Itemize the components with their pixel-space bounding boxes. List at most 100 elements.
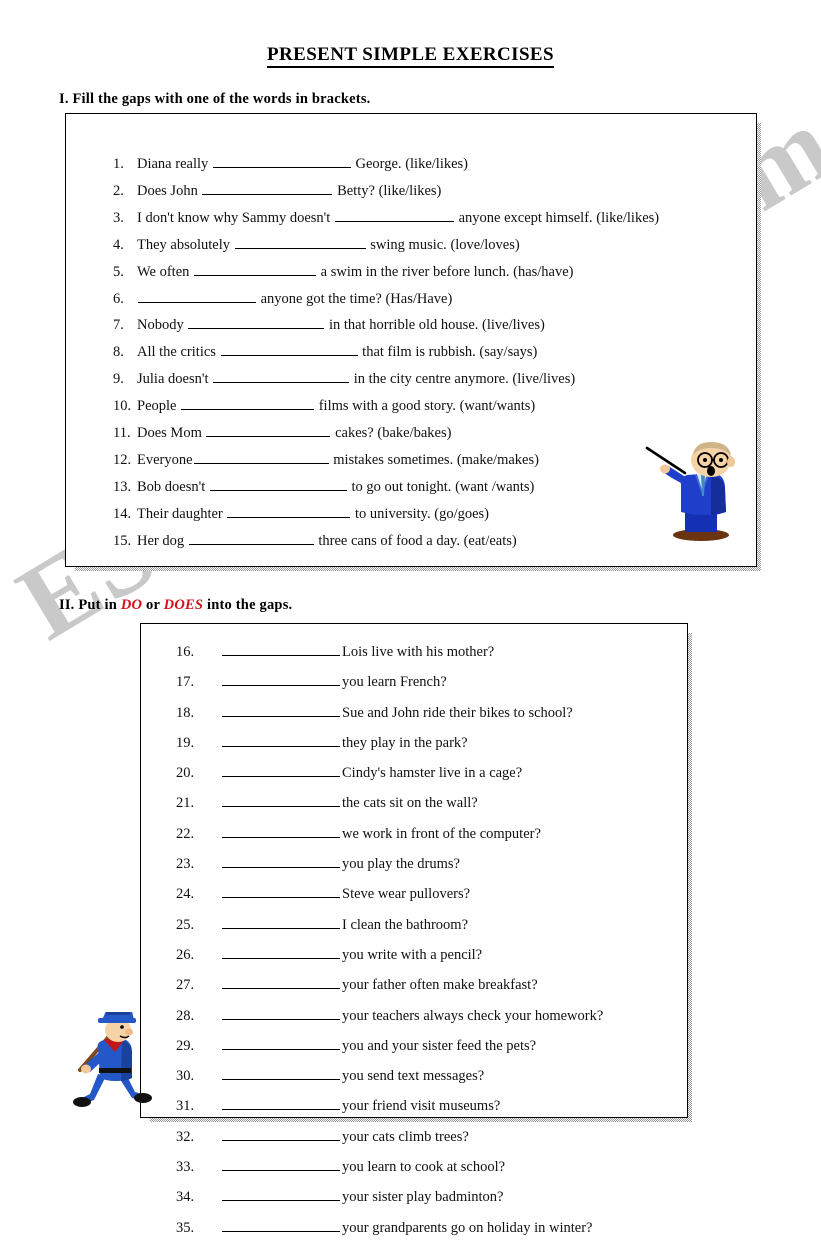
item-lead-text: We often	[137, 263, 194, 280]
exercise-1-item: 6. anyone got the time? (Has/Have)	[113, 286, 743, 313]
item-number: 29.	[176, 1037, 195, 1054]
answer-blank[interactable]	[222, 672, 340, 687]
item-tail-text: films with a good story.	[315, 398, 460, 415]
exercise-2-item: 28. your teachers always check your homew…	[176, 1001, 676, 1031]
item-number: 32.	[176, 1128, 195, 1145]
item-tail-text: you write with a pencil?	[342, 946, 483, 963]
teacher-with-pointer-icon	[645, 442, 735, 541]
item-lead-text: Everyone	[137, 451, 193, 468]
item-number: 26.	[176, 946, 195, 963]
item-number: 31.	[176, 1098, 195, 1115]
answer-blank[interactable]	[222, 884, 340, 899]
page-title: PRESENT SIMPLE EXERCISES	[0, 44, 821, 68]
answer-blank[interactable]	[222, 1036, 340, 1050]
item-word-choice: (live/lives)	[512, 371, 576, 388]
item-tail-text: Cindy's hamster live in a cage?	[342, 765, 523, 782]
item-number: 35.	[176, 1219, 195, 1236]
answer-blank[interactable]	[234, 235, 366, 249]
answer-blank[interactable]	[209, 477, 347, 491]
answer-blank[interactable]	[193, 450, 329, 464]
exercise-1-item: 3. I don't know why Sammy doesn't anyone …	[113, 205, 743, 232]
answer-blank[interactable]	[222, 1218, 340, 1232]
exercise-2-item: 17. you learn French?	[176, 667, 676, 697]
answer-blank[interactable]	[222, 945, 340, 959]
exercise-1-item: 10. People films with a good story. (want…	[113, 393, 743, 420]
soldier-clipart	[62, 1011, 162, 1117]
item-word-choice: (make/makes)	[456, 451, 539, 468]
answer-blank[interactable]	[138, 289, 256, 303]
item-lead-text: All the critics	[137, 344, 220, 361]
exercise-2-item: 19. they play in the park?	[176, 728, 676, 758]
answer-blank[interactable]	[206, 423, 331, 438]
answer-blank[interactable]	[188, 315, 325, 330]
exercise-2-item: 16. Lois live with his mother?	[176, 637, 676, 667]
item-tail-text: swing music.	[366, 236, 451, 253]
exercise-2-item: 27. your father often make breakfast?	[176, 970, 676, 1000]
item-number: 25.	[176, 916, 195, 933]
item-word-choice: (eat/eats)	[463, 532, 517, 549]
answer-blank[interactable]	[212, 154, 351, 168]
item-lead-text: Their daughter	[137, 505, 227, 522]
answer-blank[interactable]	[222, 763, 340, 778]
answer-blank[interactable]	[222, 824, 340, 838]
exercise-2-item: 34. your sister play badminton?	[176, 1182, 676, 1212]
answer-blank[interactable]	[222, 703, 340, 717]
item-number: 18.	[176, 704, 195, 721]
item-tail-text: that film is rubbish.	[358, 344, 480, 361]
item-number: 19.	[176, 734, 195, 751]
section-2-heading-before: II. Put in	[59, 597, 121, 613]
item-word-choice: (bake/bakes)	[377, 425, 452, 442]
exercise-2-item: 35. your grandparents go on holiday in wi…	[176, 1213, 676, 1243]
exercise-2-item: 29. you and your sister feed the pets?	[176, 1031, 676, 1061]
item-tail-text: anyone except himself.	[454, 209, 597, 226]
answer-blank[interactable]	[222, 1096, 340, 1111]
section-1-heading: I. Fill the gaps with one of the words i…	[59, 91, 371, 108]
item-tail-text: in the city centre anymore.	[350, 371, 513, 388]
item-lead-text: They absolutely	[137, 236, 234, 253]
item-word-choice: (live/lives)	[482, 317, 545, 334]
answer-blank[interactable]	[222, 975, 340, 990]
item-tail-text: in that horrible old house.	[325, 317, 483, 334]
item-tail-text: your sister play badminton?	[342, 1189, 504, 1206]
item-word-choice: (want /wants)	[455, 478, 535, 495]
item-tail-text: you play the drums?	[342, 856, 460, 873]
answer-blank[interactable]	[188, 531, 314, 545]
answer-blank[interactable]	[222, 854, 340, 869]
answer-blank[interactable]	[222, 642, 340, 656]
item-number: 34.	[176, 1189, 195, 1206]
item-tail-text: Sue and John ride their bikes to school?	[342, 704, 573, 721]
item-number: 11.	[113, 425, 131, 442]
answer-blank[interactable]	[220, 342, 358, 357]
exercise-2-item: 24. Steve wear pullovers?	[176, 879, 676, 909]
answer-blank[interactable]	[222, 733, 340, 747]
item-word-choice: (go/goes)	[434, 505, 489, 522]
section-2-heading-after: into the gaps.	[203, 597, 293, 613]
item-number: 2.	[113, 182, 124, 199]
answer-blank[interactable]	[194, 262, 317, 276]
answer-blank[interactable]	[222, 1127, 340, 1141]
item-number: 20.	[176, 765, 195, 782]
answer-blank[interactable]	[222, 1066, 340, 1081]
item-tail-text: to go out tonight.	[347, 478, 456, 495]
item-tail-text: Betty?	[333, 182, 379, 199]
answer-blank[interactable]	[227, 504, 351, 518]
exercise-2-list: 16. Lois live with his mother? 17. you lear…	[176, 637, 676, 1243]
item-word-choice: (has/have)	[513, 263, 574, 280]
answer-blank[interactable]	[202, 181, 333, 195]
answer-blank[interactable]	[334, 208, 454, 222]
answer-blank[interactable]	[213, 369, 350, 384]
exercise-1-item: 1. Diana really George. (like/likes)	[113, 151, 743, 178]
item-number: 8.	[113, 344, 124, 361]
answer-blank[interactable]	[222, 1006, 340, 1020]
answer-blank[interactable]	[222, 793, 340, 808]
answer-blank[interactable]	[181, 396, 315, 411]
exercise-2-item: 30. you send text messages?	[176, 1061, 676, 1091]
item-number: 22.	[176, 825, 195, 842]
item-tail-text: anyone got the time?	[257, 290, 386, 307]
item-tail-text: you and your sister feed the pets?	[342, 1037, 537, 1054]
item-number: 17.	[176, 674, 195, 691]
item-word-choice: (love/loves)	[450, 236, 520, 253]
section-2-heading-middle: or	[142, 597, 164, 613]
answer-blank[interactable]	[222, 915, 340, 929]
answer-blank[interactable]	[222, 1187, 340, 1202]
